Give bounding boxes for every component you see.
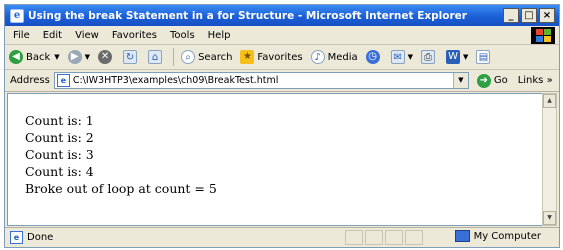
stop-button[interactable]: ✕ xyxy=(98,50,115,64)
address-bar: Address e C:\IW3HTP3\examples\ch09\Break… xyxy=(5,70,559,92)
media-button[interactable]: ♪ Media xyxy=(310,50,358,64)
output-line: Count is: 4 xyxy=(25,164,94,179)
address-input[interactable]: e C:\IW3HTP3\examples\ch09\BreakTest.htm… xyxy=(53,72,469,89)
refresh-icon: ↻ xyxy=(123,50,138,64)
media-label: Media xyxy=(327,51,358,63)
history-icon: ◷ xyxy=(365,50,380,64)
mail-icon: ✉ xyxy=(390,50,405,64)
status-text: Done xyxy=(27,232,54,243)
output-line: Broke out of loop at count = 5 xyxy=(25,181,217,196)
refresh-button[interactable]: ↻ xyxy=(123,50,140,64)
favorites-icon: ★ xyxy=(240,50,255,64)
media-icon: ♪ xyxy=(310,50,325,64)
search-button[interactable]: ⌕ Search xyxy=(181,50,232,64)
home-button[interactable]: ⌂ xyxy=(148,50,165,64)
status-panes xyxy=(345,230,423,245)
zone-label: My Computer xyxy=(473,230,541,242)
favorites-button[interactable]: ★ Favorites xyxy=(240,50,303,64)
page-content: Count is: 1 Count is: 2 Count is: 3 Coun… xyxy=(7,93,545,226)
menu-view[interactable]: View xyxy=(75,30,99,41)
my-computer-icon xyxy=(454,230,470,242)
address-dropdown-icon[interactable]: ▼ xyxy=(452,73,468,88)
menu-edit[interactable]: Edit xyxy=(43,30,62,41)
back-arrow-icon: ◀ xyxy=(9,50,23,64)
forward-dropdown-icon[interactable]: ▼ xyxy=(85,53,90,61)
menu-bar: File Edit View Favorites Tools Help xyxy=(5,26,559,45)
window-title: Using the break Statement in a for Struc… xyxy=(28,9,467,22)
address-label: Address xyxy=(10,75,50,86)
forward-button[interactable]: ▶ ▼ xyxy=(67,50,90,64)
toolbar-separator xyxy=(173,48,175,66)
discuss-button[interactable]: ▤ xyxy=(476,50,493,64)
standard-toolbar: ◀ Back ▼ ▶ ▼ ✕ ↻ ⌂ ⌕ Search ★ Favorites … xyxy=(5,45,559,70)
windows-logo-icon xyxy=(531,27,555,44)
go-icon: ➜ xyxy=(476,73,491,88)
search-icon: ⌕ xyxy=(181,50,196,64)
back-button[interactable]: ◀ Back ▼ xyxy=(9,50,60,64)
output-line: Count is: 2 xyxy=(25,130,94,145)
print-icon: ⎙ xyxy=(421,50,436,64)
mail-button[interactable]: ✉ ▼ xyxy=(390,50,413,64)
security-zone: My Computer xyxy=(454,230,541,242)
output-line: Count is: 1 xyxy=(25,113,94,128)
favorites-label: Favorites xyxy=(257,51,303,63)
scroll-down-icon[interactable]: ▼ xyxy=(543,211,556,225)
back-dropdown-icon[interactable]: ▼ xyxy=(54,53,59,61)
edit-icon: W xyxy=(446,50,461,64)
edit-dropdown-icon[interactable]: ▼ xyxy=(463,53,468,61)
forward-arrow-icon: ▶ xyxy=(67,50,82,64)
print-button[interactable]: ⎙ xyxy=(421,50,438,64)
menu-tools[interactable]: Tools xyxy=(170,30,195,41)
menu-favorites[interactable]: Favorites xyxy=(112,30,157,41)
edit-button[interactable]: W ▼ xyxy=(446,50,468,64)
mail-dropdown-icon[interactable]: ▼ xyxy=(408,53,413,61)
history-button[interactable]: ◷ xyxy=(365,50,383,64)
menu-help[interactable]: Help xyxy=(208,30,231,41)
minimize-button[interactable]: _ xyxy=(503,8,519,23)
menu-file[interactable]: File xyxy=(13,30,30,41)
home-icon: ⌂ xyxy=(148,50,163,64)
scroll-up-icon[interactable]: ▲ xyxy=(543,94,556,108)
stop-icon: ✕ xyxy=(98,50,113,64)
go-label: Go xyxy=(493,75,508,86)
status-bar: e Done My Computer xyxy=(5,227,559,247)
title-bar[interactable]: e Using the break Statement in a for Str… xyxy=(5,5,559,26)
vertical-scrollbar[interactable]: ▲ ▼ xyxy=(542,93,557,226)
search-label: Search xyxy=(198,51,233,63)
ie-page-icon: e xyxy=(56,74,70,87)
go-button[interactable]: ➜ Go xyxy=(476,73,508,88)
close-button[interactable]: × xyxy=(539,8,555,23)
output-line: Count is: 3 xyxy=(25,147,94,162)
links-button[interactable]: Links » xyxy=(518,75,553,86)
maximize-button[interactable]: □ xyxy=(521,8,537,23)
address-url[interactable]: C:\IW3HTP3\examples\ch09\BreakTest.html xyxy=(73,75,279,86)
browser-window: e Using the break Statement in a for Str… xyxy=(4,4,560,248)
back-label: Back xyxy=(26,51,51,63)
ie-page-icon: e xyxy=(10,231,23,244)
ie-page-icon: e xyxy=(10,8,24,23)
discuss-icon: ▤ xyxy=(476,50,491,64)
window-controls: _ □ × xyxy=(503,8,555,23)
